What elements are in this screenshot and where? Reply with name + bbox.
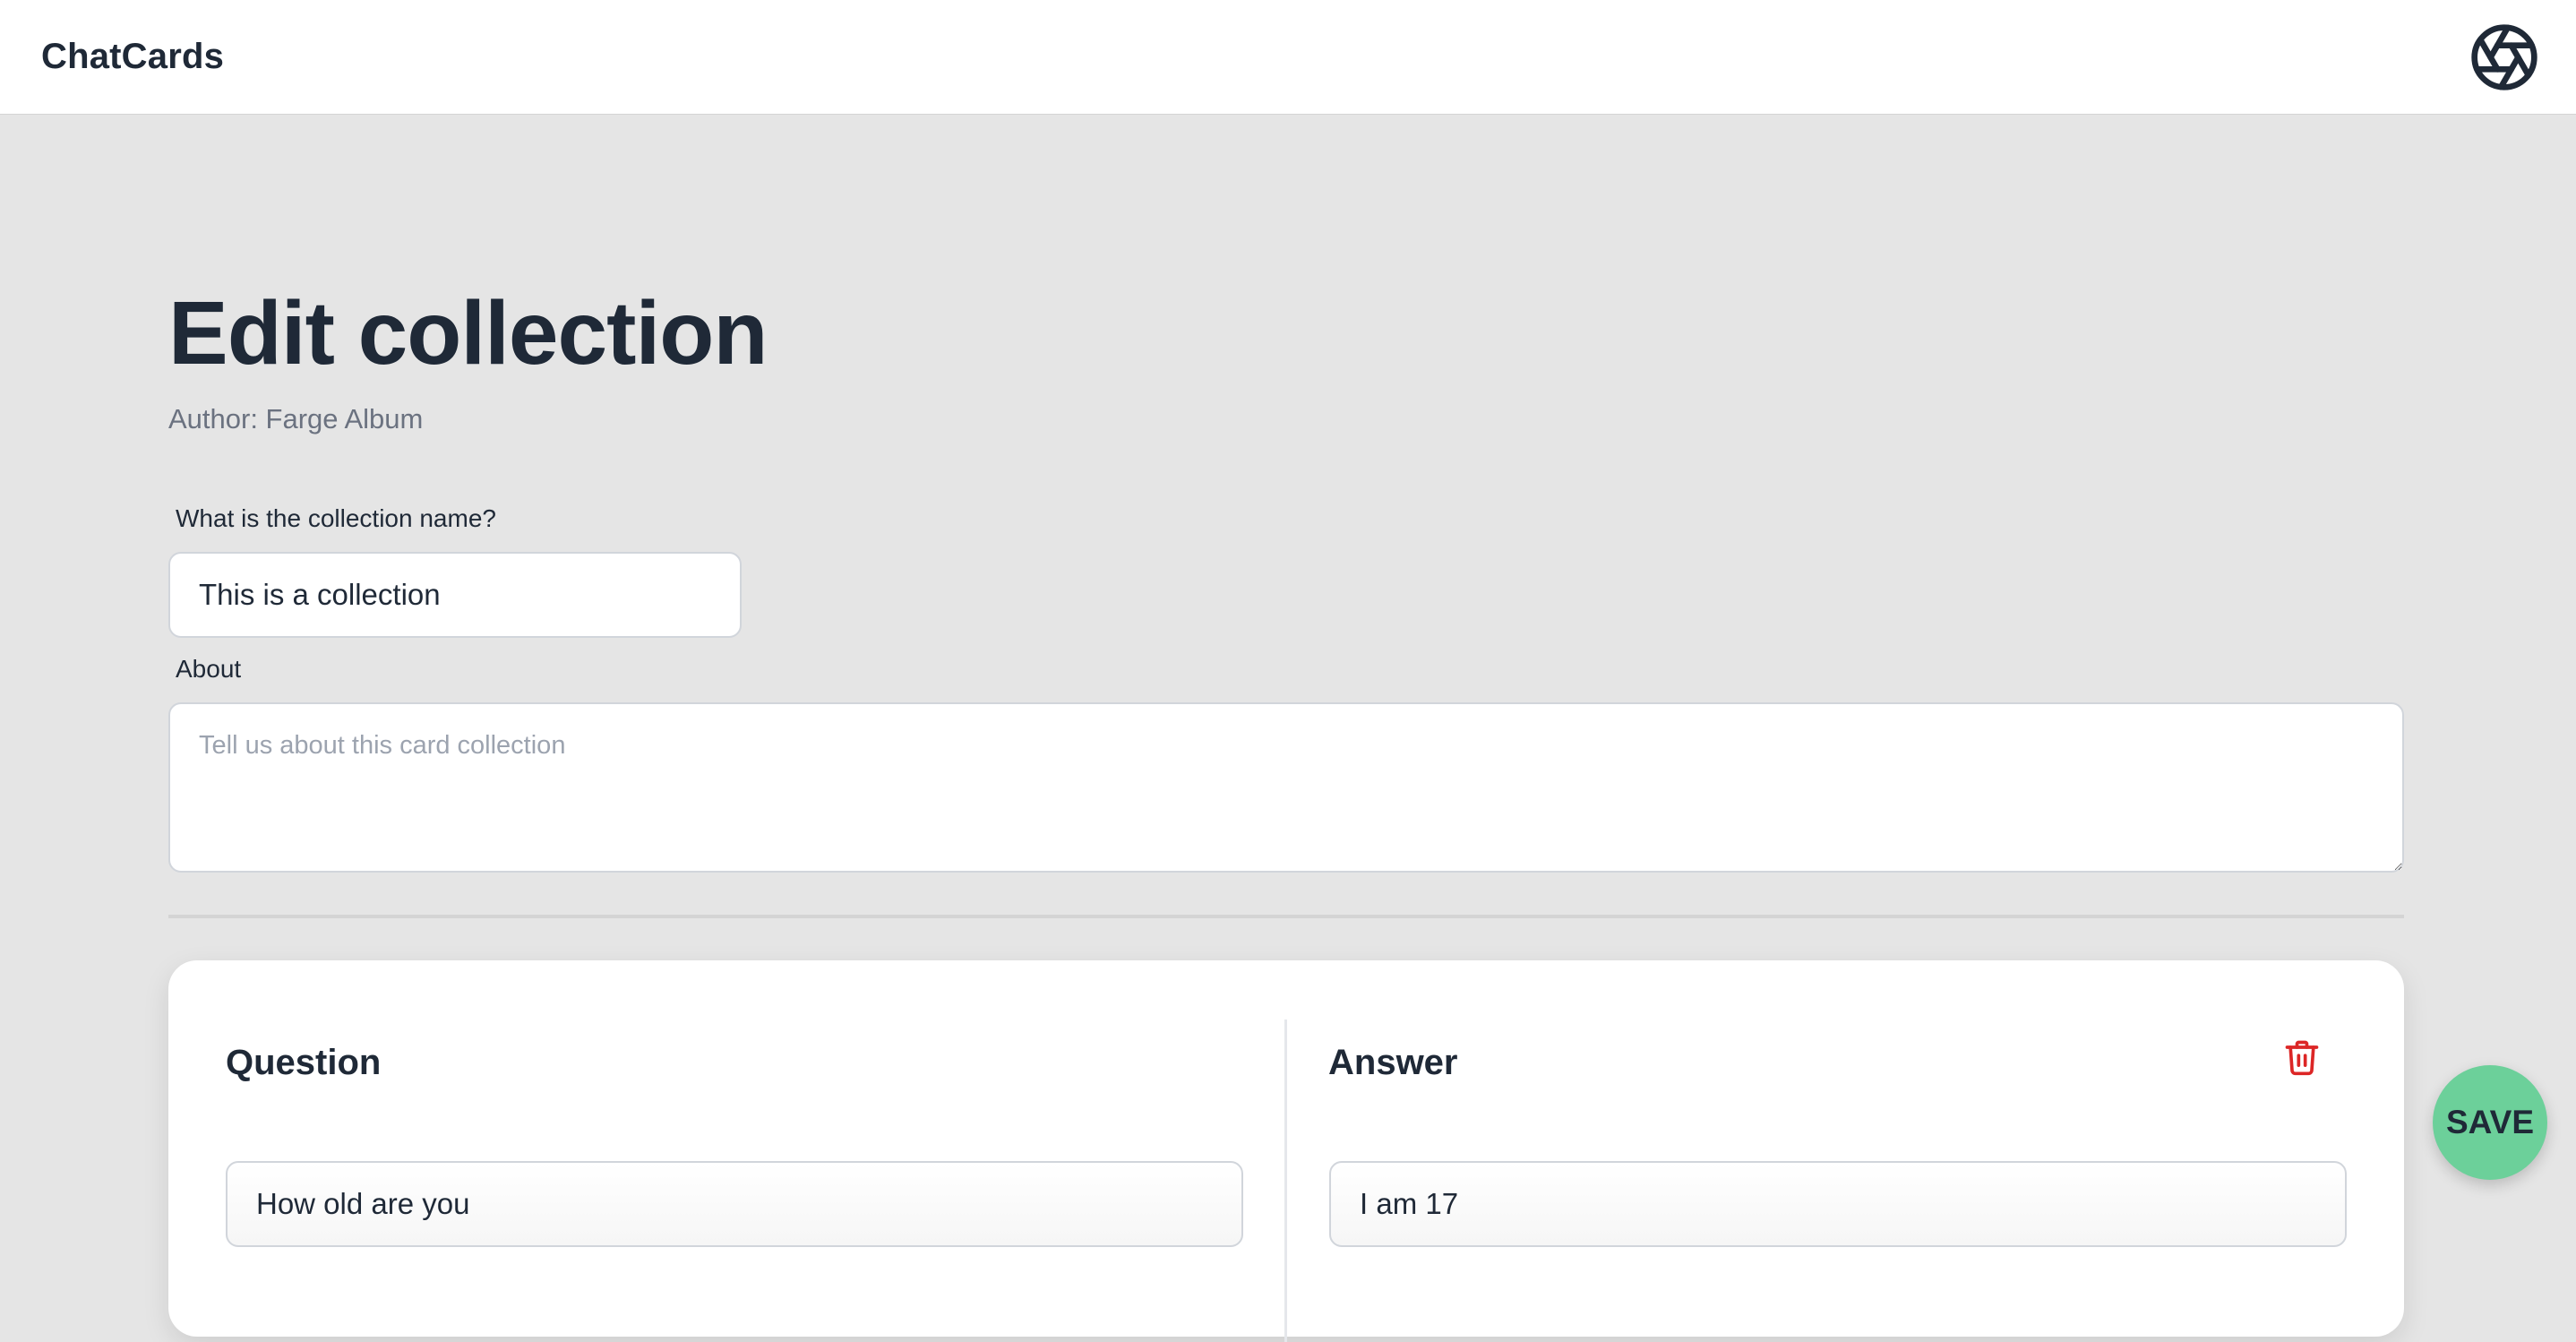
question-heading: Question xyxy=(226,1043,382,1082)
card-column-divider xyxy=(1284,1019,1287,1342)
answer-input[interactable] xyxy=(1329,1161,2347,1247)
question-input[interactable] xyxy=(226,1161,1243,1247)
section-divider xyxy=(168,915,2404,918)
collection-name-input[interactable] xyxy=(168,552,742,638)
author-label: Author: Farge Album xyxy=(168,403,424,434)
answer-heading: Answer xyxy=(1328,1043,1458,1082)
about-label: About xyxy=(176,655,242,683)
about-textarea[interactable] xyxy=(168,702,2404,873)
app-brand[interactable]: ChatCards xyxy=(41,37,224,77)
trash-icon xyxy=(2285,1040,2319,1076)
page-title: Edit collection xyxy=(168,283,768,383)
flashcard: Question Answer xyxy=(168,960,2404,1342)
aperture-icon[interactable] xyxy=(2469,22,2540,93)
save-button[interactable]: SAVE xyxy=(2433,1065,2547,1180)
collection-name-label: What is the collection name? xyxy=(176,504,496,532)
top-navbar: ChatCards xyxy=(0,0,2576,115)
delete-card-button[interactable] xyxy=(2277,1032,2327,1082)
